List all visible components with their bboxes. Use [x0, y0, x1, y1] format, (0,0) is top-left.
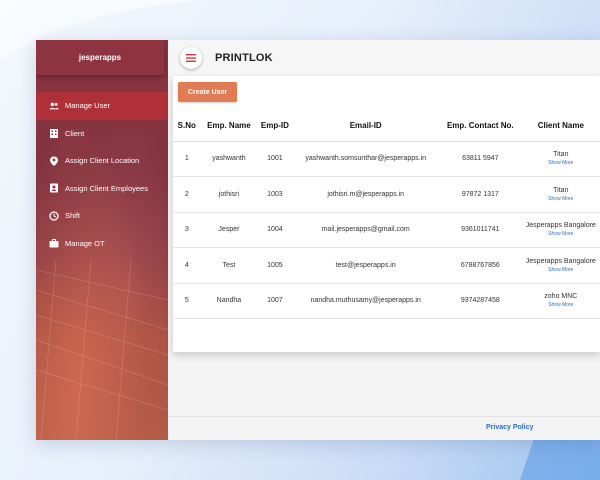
- cell-emp-name: yashwanth: [200, 141, 258, 177]
- location-icon: [48, 156, 60, 166]
- sidebar-item-assign-client-location[interactable]: Assign Client Location: [36, 147, 168, 175]
- cell-emp-id: 1003: [257, 176, 293, 213]
- privacy-policy-link[interactable]: Privacy Policy: [486, 424, 533, 431]
- cell-contact: 9361011741: [438, 212, 522, 248]
- page-footer: Privacy Policy: [168, 416, 600, 440]
- cell-emp-id: 1004: [257, 212, 293, 248]
- cell-emp-name: Test: [200, 247, 258, 284]
- cell-emp-id: 1007: [257, 283, 293, 319]
- cell-sno: 1: [173, 141, 201, 177]
- users-card: Create User S.No Emp. Name Emp-ID Email-…: [173, 76, 600, 352]
- create-user-button[interactable]: Create User: [178, 82, 237, 102]
- cell-email: jothisri.m@jesperapps.in: [292, 176, 439, 213]
- column-header-contact[interactable]: Emp. Contact No.: [438, 111, 522, 142]
- sidebar-item-manage-ot[interactable]: Manage OT: [36, 230, 168, 258]
- cell-email: yashwanth.somsunthar@jesperapps.in: [292, 141, 439, 177]
- table-row: 1 yashwanth 1001 yashwanth.somsunthar@je…: [173, 141, 600, 177]
- cell-sno: 3: [173, 212, 201, 248]
- app-window: jesperapps Manage User Client Assign Cli…: [36, 40, 600, 440]
- client-name: Jesperapps Bangalore: [525, 222, 596, 230]
- client-name: Titan: [553, 186, 569, 194]
- sidebar-item-label: Assign Client Location: [65, 156, 140, 166]
- table-header-row: S.No Emp. Name Emp-ID Email-ID Emp. Cont…: [173, 111, 600, 142]
- cell-contact: 6788767856: [438, 247, 522, 284]
- client-name: zoho MNC: [544, 293, 578, 301]
- table-row: 5 Nandha 1007 nandha.muthusamy@jesperapp…: [173, 283, 600, 319]
- cell-client: zoho MNC Show More: [521, 283, 600, 319]
- show-more-link[interactable]: Show More: [525, 301, 597, 309]
- users-table: S.No Emp. Name Emp-ID Email-ID Emp. Cont…: [173, 111, 600, 319]
- cell-contact: 9374287458: [438, 283, 522, 319]
- table-row: 2 jothisri 1003 jothisri.m@jesperapps.in…: [173, 176, 600, 213]
- cell-email: nandha.muthusamy@jesperapps.in: [292, 283, 439, 319]
- sidebar-item-label: Manage OT: [65, 238, 105, 248]
- hamburger-icon: [186, 54, 196, 62]
- page-title: PRINTLOK: [215, 52, 273, 64]
- show-more-link[interactable]: Show More: [525, 266, 597, 274]
- brand-logo[interactable]: jesperapps: [36, 40, 164, 75]
- table-row: 3 Jesper 1004 mail.jesperapps@gmail.com …: [173, 212, 600, 248]
- sidebar-item-label: Client: [65, 128, 85, 138]
- show-more-link[interactable]: Show More: [525, 230, 597, 238]
- sidebar-item-client[interactable]: Client: [36, 120, 168, 148]
- cell-sno: 2: [173, 176, 201, 213]
- cell-sno: 4: [173, 247, 201, 284]
- sidebar: jesperapps Manage User Client Assign Cli…: [36, 40, 168, 440]
- client-name: Titan: [553, 151, 569, 159]
- cell-emp-name: Nandha: [200, 283, 258, 319]
- building-icon: [48, 128, 60, 139]
- sidebar-item-label: Manage User: [65, 101, 111, 111]
- cell-client: Jesperapps Bangalore Show More: [521, 247, 600, 284]
- menu-toggle-button[interactable]: [180, 47, 202, 69]
- column-header-sno[interactable]: S.No: [173, 111, 201, 142]
- clock-icon: [48, 211, 60, 221]
- cell-client: Titan Show More: [521, 176, 600, 213]
- sidebar-background-texture: [36, 260, 168, 440]
- show-more-link[interactable]: Show More: [525, 159, 597, 167]
- sidebar-menu: Manage User Client Assign Client Locatio…: [36, 92, 168, 257]
- sidebar-item-assign-client-employees[interactable]: Assign Client Employees: [36, 175, 168, 203]
- column-header-emp-name[interactable]: Emp. Name: [200, 111, 258, 142]
- cell-client: Titan Show More: [521, 141, 600, 177]
- cell-client: Jesperapps Bangalore Show More: [521, 212, 600, 248]
- sidebar-item-shift[interactable]: Shift: [36, 202, 168, 230]
- cell-email: test@jesperapps.in: [292, 247, 439, 284]
- sidebar-item-label: Shift: [65, 211, 81, 221]
- cell-contact: 63811 5947: [438, 141, 522, 177]
- briefcase-icon: [48, 238, 60, 248]
- column-header-client-name[interactable]: Client Name: [521, 111, 600, 142]
- show-more-link[interactable]: Show More: [525, 195, 597, 203]
- cell-emp-name: jothisri: [200, 176, 258, 213]
- sidebar-item-manage-user[interactable]: Manage User: [36, 92, 168, 120]
- cell-contact: 97872 1317: [438, 176, 522, 213]
- client-name: Jesperapps Bangalore: [525, 257, 596, 265]
- table-row: 4 Test 1005 test@jesperapps.in 678876785…: [173, 247, 600, 284]
- cell-email: mail.jesperapps@gmail.com: [292, 212, 439, 248]
- users-icon: [48, 101, 60, 111]
- brand-name: jesperapps: [78, 53, 122, 62]
- cell-emp-id: 1001: [257, 141, 293, 177]
- cell-emp-name: Jesper: [200, 212, 258, 248]
- column-header-email[interactable]: Email-ID: [292, 111, 439, 142]
- cell-sno: 5: [173, 283, 201, 319]
- top-bar: PRINTLOK: [168, 40, 600, 76]
- sidebar-item-label: Assign Client Employees: [65, 183, 148, 193]
- column-header-emp-id[interactable]: Emp-ID: [257, 111, 293, 142]
- id-card-icon: [48, 183, 60, 193]
- cell-emp-id: 1005: [257, 247, 293, 284]
